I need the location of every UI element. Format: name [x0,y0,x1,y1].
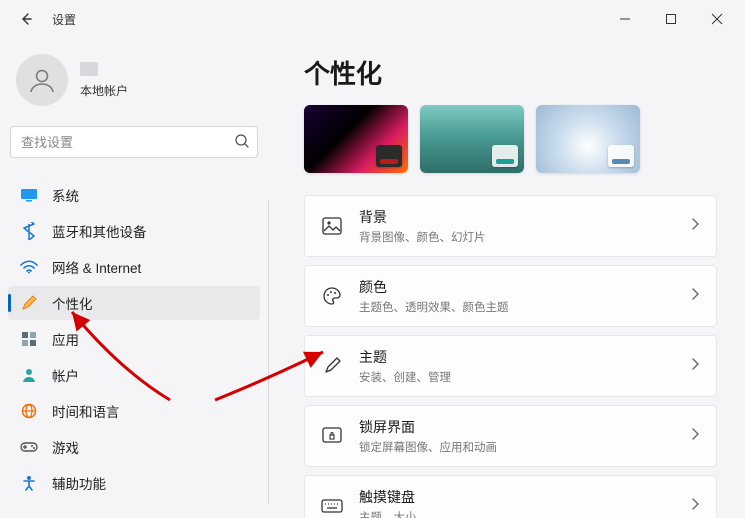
theme-preview-3[interactable] [536,105,640,173]
sidebar-item-label: 蓝牙和其他设备 [52,221,147,241]
chevron-right-icon [690,287,700,306]
close-button[interactable] [695,4,739,34]
keyboard-icon [321,495,343,517]
sidebar-item-label: 应用 [52,329,79,349]
close-icon [711,13,723,25]
setting-title: 锁屏界面 [359,417,690,437]
theme-preview-1[interactable] [304,105,408,173]
vertical-divider [268,200,269,504]
sidebar-item-label: 网络 & Internet [52,257,141,277]
app-title: 设置 [52,11,76,28]
paintbrush-icon [20,294,38,312]
setting-desc: 主题色、透明效果、颜色主题 [359,299,690,315]
chevron-right-icon [690,357,700,376]
profile-thumb [80,62,98,76]
gamepad-icon [20,438,38,456]
theme-preview-2[interactable] [420,105,524,173]
bluetooth-icon [20,222,38,240]
lock-screen-icon [321,425,343,447]
sidebar-item-time-language[interactable]: 时间和语言 [8,394,260,428]
setting-title: 触摸键盘 [359,487,690,507]
apps-icon [20,330,38,348]
sidebar-item-network[interactable]: 网络 & Internet [8,250,260,284]
titlebar-left: 设置 [16,9,76,29]
profile-block[interactable]: 本地帐户 [8,48,260,116]
setting-desc: 背景图像、颜色、幻灯片 [359,229,690,245]
arrow-left-icon [18,11,34,27]
chevron-right-icon [690,427,700,446]
setting-touch-keyboard[interactable]: 触摸键盘主题、大小 [304,475,717,518]
theme-preview-row [304,105,717,173]
profile-text: 本地帐户 [80,62,128,99]
setting-title: 主题 [359,347,690,367]
search-input[interactable] [10,126,258,158]
minimize-icon [619,13,631,25]
profile-label: 本地帐户 [80,82,128,99]
sidebar-item-label: 帐户 [52,365,79,385]
sidebar-item-system[interactable]: 系统 [8,178,260,212]
sidebar-item-bluetooth[interactable]: 蓝牙和其他设备 [8,214,260,248]
maximize-icon [665,13,677,25]
back-button[interactable] [16,9,36,29]
theme-mini-window [376,145,402,167]
setting-desc: 安装、创建、管理 [359,369,690,385]
setting-title: 背景 [359,207,690,227]
sidebar-item-label: 系统 [52,185,79,205]
page-title: 个性化 [304,54,717,91]
setting-background[interactable]: 背景背景图像、颜色、幻灯片 [304,195,717,257]
setting-title: 颜色 [359,277,690,297]
window-controls [603,4,739,34]
user-icon [27,65,57,95]
chevron-right-icon [690,217,700,236]
wifi-icon [20,258,38,276]
sidebar-item-label: 辅助功能 [52,473,106,493]
setting-desc: 锁定屏幕图像、应用和动画 [359,439,690,455]
account-icon [20,366,38,384]
sidebar-item-personalization[interactable]: 个性化 [8,286,260,320]
avatar [16,54,68,106]
image-icon [321,215,343,237]
setting-colors[interactable]: 颜色主题色、透明效果、颜色主题 [304,265,717,327]
theme-mini-window [608,145,634,167]
minimize-button[interactable] [603,4,647,34]
globe-icon [20,402,38,420]
setting-list: 背景背景图像、颜色、幻灯片 颜色主题色、透明效果、颜色主题 主题安装、创建、管理… [304,195,717,518]
setting-themes[interactable]: 主题安装、创建、管理 [304,335,717,397]
sidebar-item-apps[interactable]: 应用 [8,322,260,356]
sidebar: 本地帐户 系统 蓝牙和其他设备 网络 & Internet 个性化 [0,38,268,518]
maximize-button[interactable] [649,4,693,34]
sidebar-item-label: 时间和语言 [52,401,120,421]
main-content: 个性化 背景背景图像、颜色、幻灯片 颜色主题色、透明效果、颜色主题 主题安装、创… [268,38,745,518]
theme-mini-window [492,145,518,167]
sidebar-item-label: 个性化 [52,293,93,313]
search-icon [234,133,250,154]
setting-lockscreen[interactable]: 锁屏界面锁定屏幕图像、应用和动画 [304,405,717,467]
search-wrap [10,126,258,158]
sidebar-item-gaming[interactable]: 游戏 [8,430,260,464]
sidebar-item-accessibility[interactable]: 辅助功能 [8,466,260,500]
setting-desc: 主题、大小 [359,509,690,518]
brush-icon [321,355,343,377]
display-icon [20,186,38,204]
titlebar: 设置 [0,0,745,38]
accessibility-icon [20,474,38,492]
sidebar-item-label: 游戏 [52,437,79,457]
chevron-right-icon [690,497,700,516]
nav: 系统 蓝牙和其他设备 网络 & Internet 个性化 应用 帐户 [8,178,260,500]
sidebar-item-accounts[interactable]: 帐户 [8,358,260,392]
palette-icon [321,285,343,307]
